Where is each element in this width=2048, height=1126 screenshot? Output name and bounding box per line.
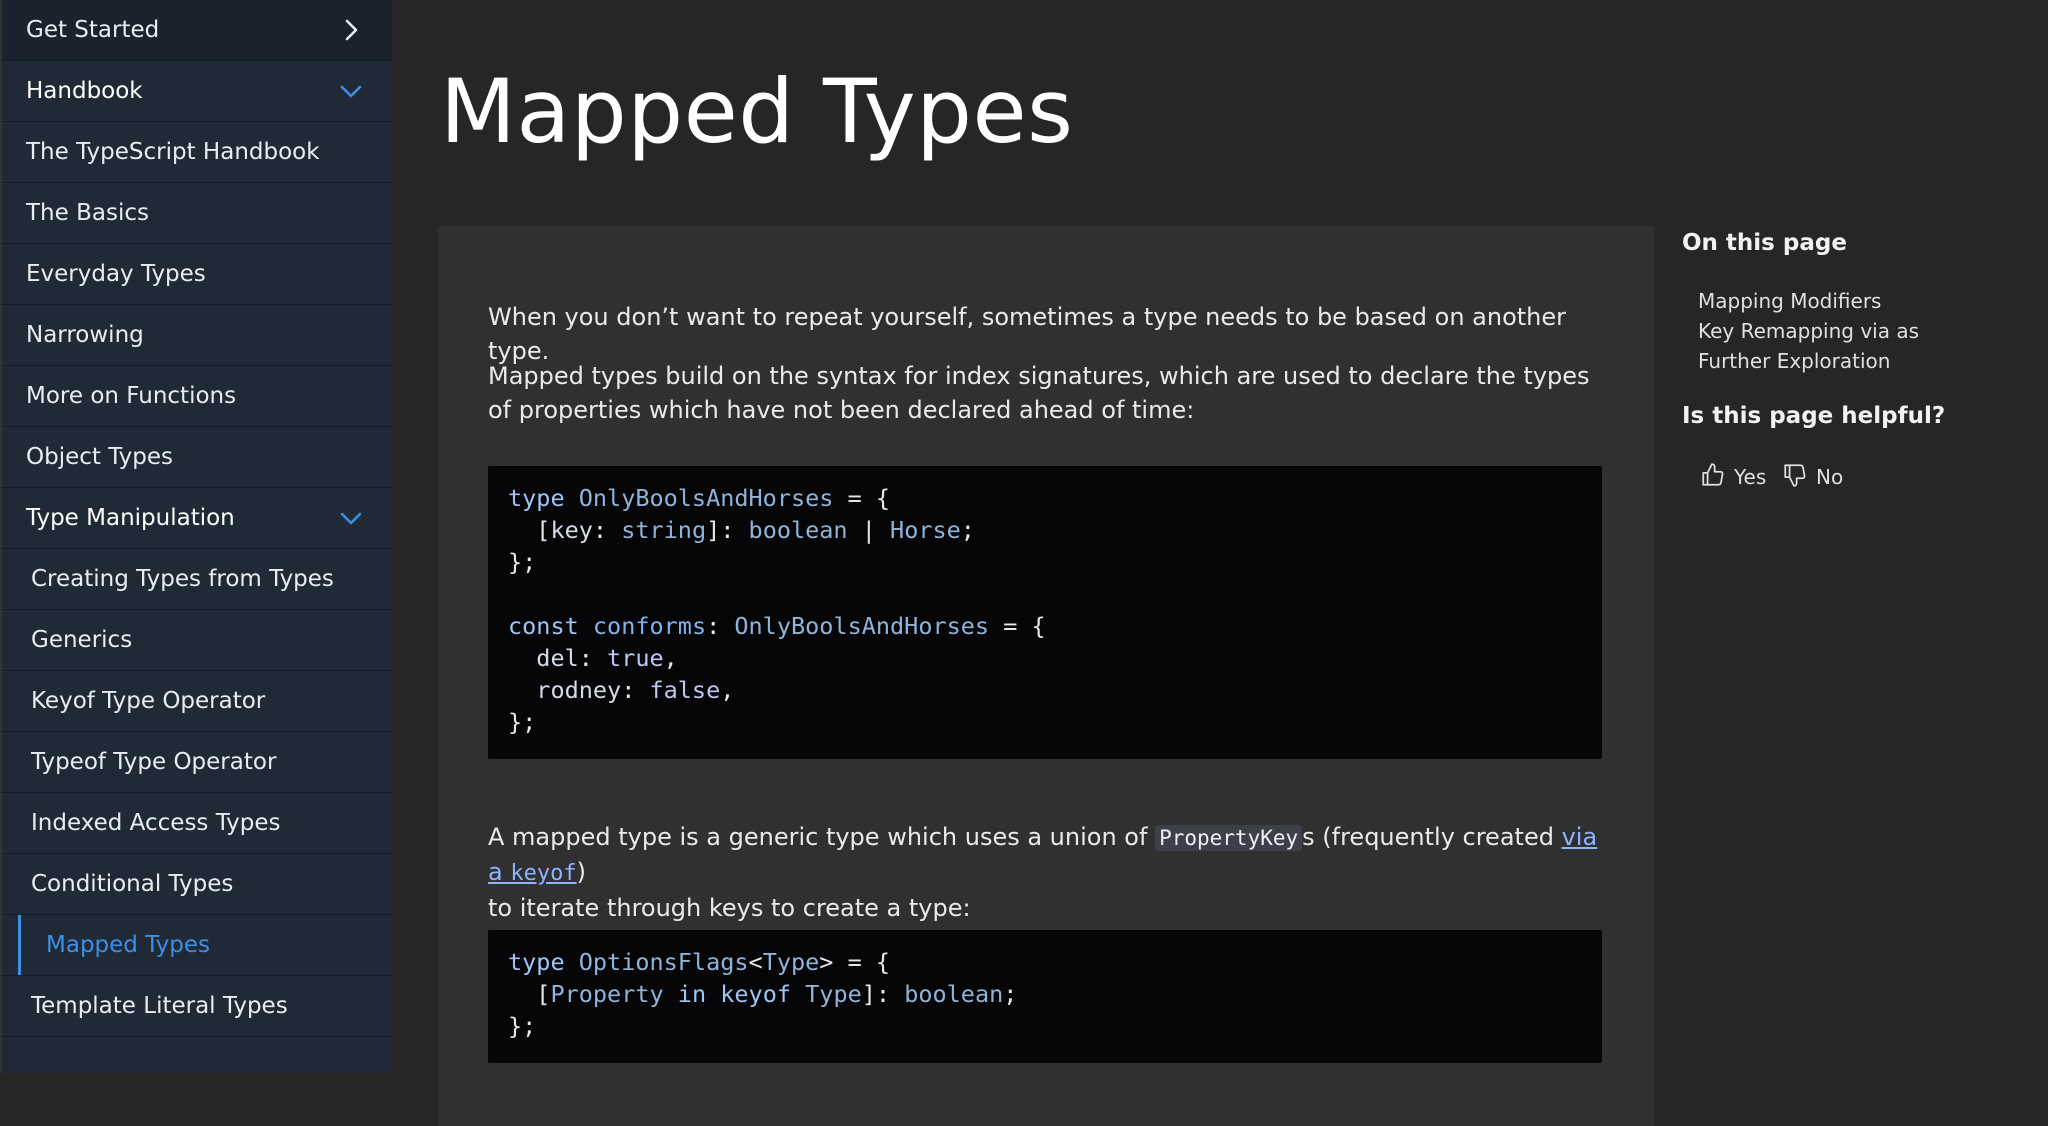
sidebar-item-label: Mapped Types xyxy=(46,932,211,958)
thumbs-up-icon xyxy=(1700,462,1726,493)
no-label: No xyxy=(1816,465,1844,489)
sidebar-item-narrowing[interactable]: Narrowing xyxy=(2,305,392,366)
link-code: keyof xyxy=(510,861,577,886)
sidebar-item-get-started[interactable]: Get Started xyxy=(2,0,392,61)
sidebar-item-keyof[interactable]: Keyof Type Operator xyxy=(2,671,392,732)
text-segment: A mapped type is a generic type which us… xyxy=(488,823,1156,851)
main-content: Mapped Types When you don’t want to repe… xyxy=(390,0,2048,1126)
sidebar-nav: Get Started Handbook The TypeScript Hand… xyxy=(0,0,392,1073)
toc-item-further-exploration[interactable]: Further Exploration xyxy=(1698,349,1890,373)
sidebar-item-typeof[interactable]: Typeof Type Operator xyxy=(2,732,392,793)
index-signature-paragraph: Mapped types build on the syntax for ind… xyxy=(488,362,1590,424)
chevron-down-icon xyxy=(338,505,364,531)
sidebar-item-creating-types[interactable]: Creating Types from Types xyxy=(2,549,392,610)
sidebar-item-label: Everyday Types xyxy=(26,261,206,287)
helpful-title: Is this page helpful? xyxy=(1682,403,1946,429)
sidebar-item-template-literal[interactable]: Template Literal Types xyxy=(2,976,392,1037)
sidebar-item-indexed-access[interactable]: Indexed Access Types xyxy=(2,793,392,854)
sidebar-item-generics[interactable]: Generics xyxy=(2,610,392,671)
chevron-down-icon xyxy=(338,78,364,104)
thumbs-down-icon xyxy=(1782,462,1808,493)
sidebar-item-label: Object Types xyxy=(26,444,174,470)
article-body: When you don’t want to repeat yourself, … xyxy=(438,226,1654,1126)
sidebar-item-label: Indexed Access Types xyxy=(31,810,281,836)
intro-paragraph: When you don’t want to repeat yourself, … xyxy=(488,303,1567,365)
mapped-type-paragraph: A mapped type is a generic type which us… xyxy=(488,820,1618,925)
yes-button[interactable]: Yes xyxy=(1700,460,1766,494)
code-block-only-bools: type OnlyBoolsAndHorses = { [key: string… xyxy=(488,466,1602,759)
chevron-right-icon xyxy=(338,17,364,43)
code-block-options-flags: type OptionsFlags<Type> = { [Property in… xyxy=(488,930,1602,1063)
sidebar-item-label: More on Functions xyxy=(26,383,237,409)
sidebar-item-conditional[interactable]: Conditional Types xyxy=(2,854,392,915)
sidebar-item-everyday-types[interactable]: Everyday Types xyxy=(2,244,392,305)
sidebar-item-more-on-functions[interactable]: More on Functions xyxy=(2,366,392,427)
text-segment: s (frequently created xyxy=(1302,823,1562,851)
sidebar-item-label: Keyof Type Operator xyxy=(31,688,266,714)
sidebar-item-label: Get Started xyxy=(26,17,160,43)
text-segment: to iterate through keys to create a type… xyxy=(488,894,971,922)
sidebar-item-object-types[interactable]: Object Types xyxy=(2,427,392,488)
yes-label: Yes xyxy=(1734,465,1767,489)
sidebar-section-label: Type Manipulation xyxy=(26,505,235,531)
sidebar-item-label: Creating Types from Types xyxy=(31,566,334,592)
sidebar-item-label: Typeof Type Operator xyxy=(31,749,277,775)
no-button[interactable]: No xyxy=(1782,460,1843,494)
sidebar-item-label: Narrowing xyxy=(26,322,144,348)
sidebar-item-label: The Basics xyxy=(26,200,149,226)
sidebar-item-mapped-types[interactable]: Mapped Types xyxy=(2,915,392,976)
text-segment: ) xyxy=(576,858,586,886)
sidebar-item-the-basics[interactable]: The Basics xyxy=(2,183,392,244)
toc-title: On this page xyxy=(1682,230,1847,256)
toc-item-mapping-modifiers[interactable]: Mapping Modifiers xyxy=(1698,289,1881,313)
sidebar-item-label: The TypeScript Handbook xyxy=(26,139,320,165)
sidebar-section-label: Handbook xyxy=(26,78,143,104)
toc-item-key-remapping[interactable]: Key Remapping via as xyxy=(1698,319,1919,343)
sidebar-item-label: Generics xyxy=(31,627,133,653)
sidebar-section-handbook[interactable]: Handbook xyxy=(2,61,392,122)
sidebar-item-label: Template Literal Types xyxy=(31,993,288,1019)
sidebar-item-label: Conditional Types xyxy=(31,871,234,897)
page-title: Mapped Types xyxy=(440,60,1074,163)
inline-code-propertykey: PropertyKey xyxy=(1155,825,1303,851)
sidebar-section-type-manipulation[interactable]: Type Manipulation xyxy=(2,488,392,549)
sidebar-item-typescript-handbook[interactable]: The TypeScript Handbook xyxy=(2,122,392,183)
